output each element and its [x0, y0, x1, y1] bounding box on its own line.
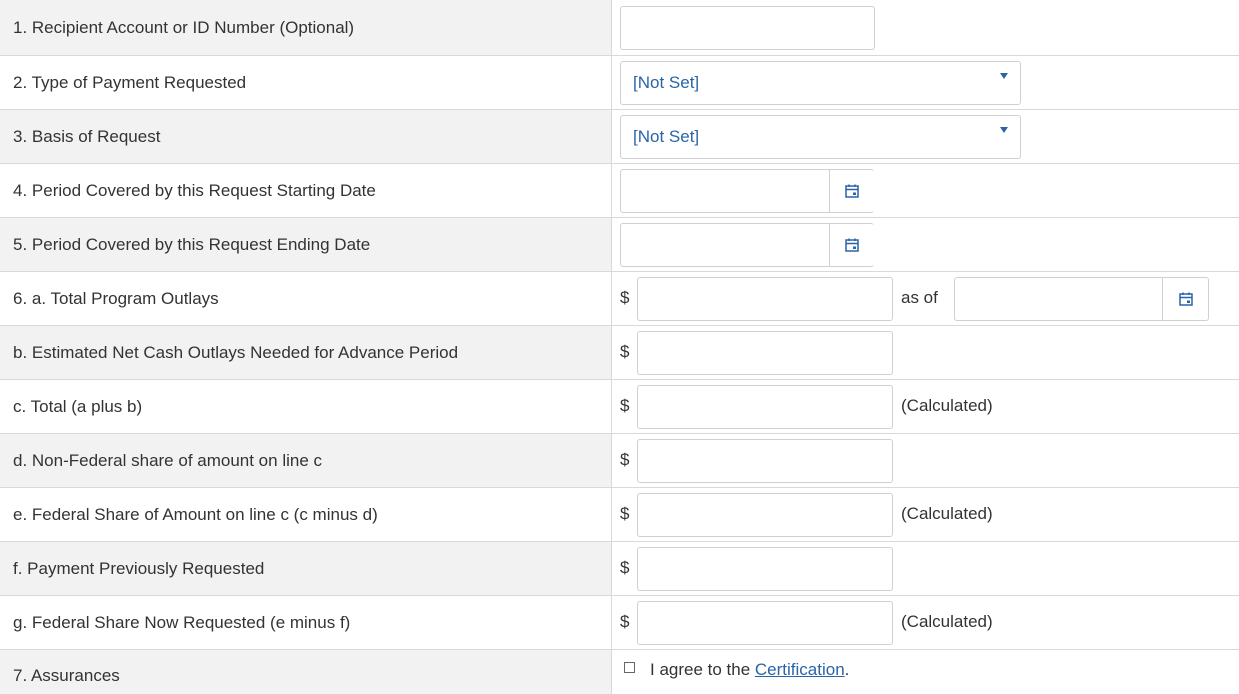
- row-basis-of-request: 3. Basis of Request [Not Set]: [0, 110, 1239, 164]
- non-federal-share-label: d. Non-Federal share of amount on line c: [0, 434, 612, 487]
- payment-request-form: 1. Recipient Account or ID Number (Optio…: [0, 0, 1239, 694]
- currency-symbol: $: [620, 396, 630, 415]
- currency-symbol: $: [620, 450, 630, 469]
- row-estimated-net-cash: b. Estimated Net Cash Outlays Needed for…: [0, 326, 1239, 380]
- federal-share-input[interactable]: [637, 493, 893, 537]
- calendar-icon: [845, 238, 859, 252]
- payment-type-value: [Not Set]: [633, 73, 700, 92]
- federal-share-label: e. Federal Share of Amount on line c (c …: [0, 488, 612, 541]
- agree-suffix: .: [844, 660, 850, 679]
- currency-symbol: $: [620, 288, 630, 307]
- agree-prefix: I agree to the: [650, 660, 755, 679]
- currency-symbol: $: [620, 504, 630, 523]
- row-end-date: 5. Period Covered by this Request Ending…: [0, 218, 1239, 272]
- chevron-down-icon: [1000, 73, 1008, 79]
- total-a-plus-b-input[interactable]: [637, 385, 893, 429]
- payment-type-select[interactable]: [Not Set]: [620, 61, 1021, 105]
- row-start-date: 4. Period Covered by this Request Starti…: [0, 164, 1239, 218]
- as-of-label: as of: [901, 288, 938, 307]
- basis-of-request-label: 3. Basis of Request: [0, 110, 612, 163]
- as-of-calendar-button[interactable]: [1163, 277, 1209, 321]
- currency-symbol: $: [620, 342, 630, 361]
- row-total-a-plus-b: c. Total (a plus b) $ (Calculated): [0, 380, 1239, 434]
- calculated-note: (Calculated): [901, 504, 993, 523]
- row-recipient-account: 1. Recipient Account or ID Number (Optio…: [0, 0, 1239, 56]
- certification-checkbox[interactable]: [624, 662, 635, 673]
- total-program-outlays-input[interactable]: [637, 277, 893, 321]
- estimated-net-cash-label: b. Estimated Net Cash Outlays Needed for…: [0, 326, 612, 379]
- calculated-note: (Calculated): [901, 396, 993, 415]
- federal-share-now-requested-input[interactable]: [637, 601, 893, 645]
- row-non-federal-share: d. Non-Federal share of amount on line c…: [0, 434, 1239, 488]
- chevron-down-icon: [1000, 127, 1008, 133]
- calendar-icon: [845, 184, 859, 198]
- row-total-program-outlays: 6. a. Total Program Outlays $ as of: [0, 272, 1239, 326]
- row-assurances: 7. Assurances I agree to the Certificati…: [0, 650, 1239, 694]
- recipient-account-label: 1. Recipient Account or ID Number (Optio…: [0, 0, 612, 55]
- currency-symbol: $: [620, 612, 630, 631]
- federal-share-now-requested-label: g. Federal Share Now Requested (e minus …: [0, 596, 612, 649]
- certification-link[interactable]: Certification: [755, 660, 845, 679]
- payment-previously-requested-label: f. Payment Previously Requested: [0, 542, 612, 595]
- total-program-outlays-label: 6. a. Total Program Outlays: [0, 272, 612, 325]
- estimated-net-cash-input[interactable]: [637, 331, 893, 375]
- calendar-icon: [1178, 292, 1193, 306]
- end-date-input[interactable]: [620, 223, 830, 267]
- payment-type-label: 2. Type of Payment Requested: [0, 56, 612, 109]
- basis-of-request-value: [Not Set]: [633, 127, 700, 146]
- row-payment-previously-requested: f. Payment Previously Requested $: [0, 542, 1239, 596]
- calculated-note: (Calculated): [901, 612, 993, 631]
- start-date-calendar-button[interactable]: [830, 169, 874, 213]
- row-federal-share: e. Federal Share of Amount on line c (c …: [0, 488, 1239, 542]
- basis-of-request-select[interactable]: [Not Set]: [620, 115, 1021, 159]
- non-federal-share-input[interactable]: [637, 439, 893, 483]
- start-date-label: 4. Period Covered by this Request Starti…: [0, 164, 612, 217]
- currency-symbol: $: [620, 558, 630, 577]
- certification-agreement: I agree to the Certification.: [650, 660, 849, 680]
- end-date-calendar-button[interactable]: [830, 223, 874, 267]
- start-date-input[interactable]: [620, 169, 830, 213]
- recipient-account-input[interactable]: [620, 6, 875, 50]
- as-of-date-input[interactable]: [954, 277, 1163, 321]
- row-federal-share-now-requested: g. Federal Share Now Requested (e minus …: [0, 596, 1239, 650]
- row-payment-type: 2. Type of Payment Requested [Not Set]: [0, 56, 1239, 110]
- payment-previously-requested-input[interactable]: [637, 547, 893, 591]
- total-a-plus-b-label: c. Total (a plus b): [0, 380, 612, 433]
- end-date-label: 5. Period Covered by this Request Ending…: [0, 218, 612, 271]
- assurances-label: 7. Assurances: [0, 650, 612, 694]
